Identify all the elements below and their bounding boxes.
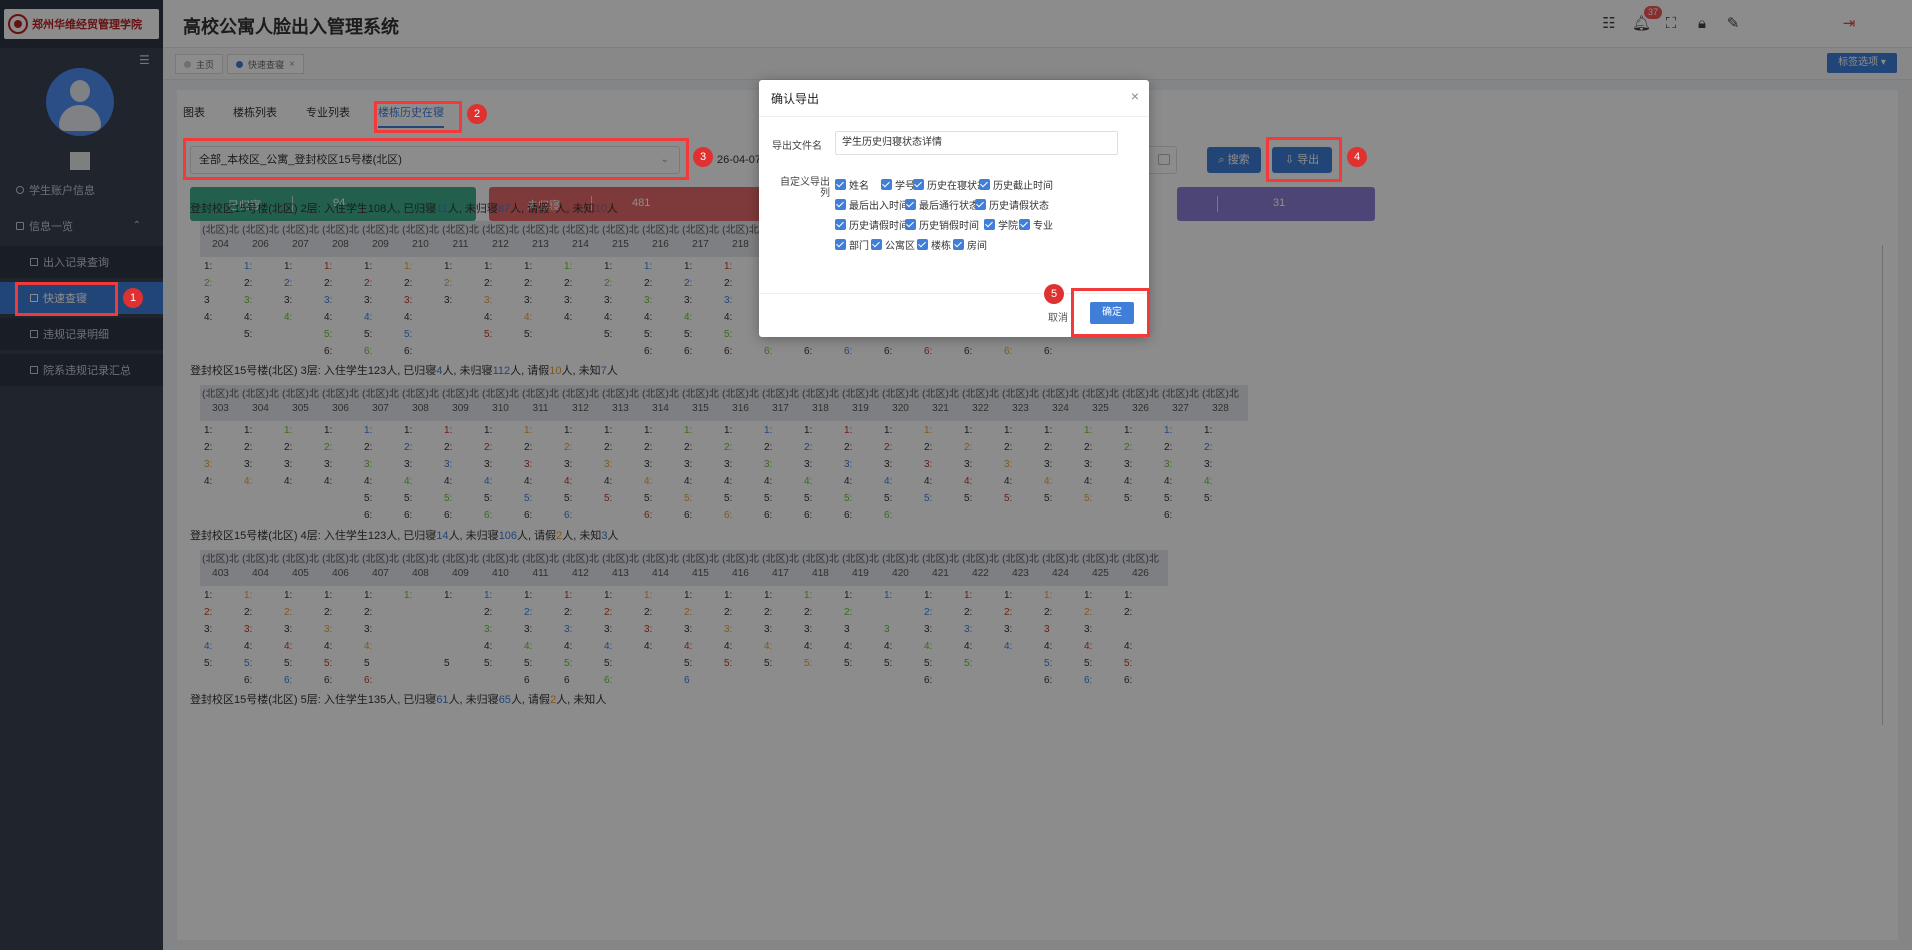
checkbox-checked-icon <box>917 239 928 250</box>
export-column-checkbox[interactable]: 姓名 <box>835 177 869 192</box>
highlight-box-3 <box>183 138 689 180</box>
checkbox-label: 楼栋 <box>931 241 951 252</box>
step-marker-5: 5 <box>1044 284 1064 304</box>
export-column-checkbox[interactable]: 最后通行状态 <box>905 197 979 212</box>
checkbox-label: 学院 <box>998 221 1018 232</box>
checkbox-label: 专业 <box>1033 221 1053 232</box>
export-column-checkbox[interactable]: 历史请假状态 <box>975 197 1049 212</box>
export-column-checkbox[interactable]: 最后出入时间 <box>835 197 909 212</box>
checkbox-label: 公寓区 <box>885 241 915 252</box>
checkbox-checked-icon <box>913 179 924 190</box>
checkbox-label: 历史销假时间 <box>919 221 979 232</box>
checkbox-checked-icon <box>835 199 846 210</box>
checkbox-label: 历史请假状态 <box>989 201 1049 212</box>
export-column-checkbox[interactable]: 学号 <box>881 177 915 192</box>
export-column-checkbox[interactable]: 楼栋 <box>917 237 951 252</box>
export-column-checkbox[interactable]: 历史在寝状态 <box>913 177 987 192</box>
checkbox-label: 最后通行状态 <box>919 201 979 212</box>
checkbox-checked-icon <box>1019 219 1030 230</box>
checkbox-checked-icon <box>984 219 995 230</box>
export-column-checkbox[interactable]: 部门 <box>835 237 869 252</box>
checkbox-label: 最后出入时间 <box>849 201 909 212</box>
checkbox-label: 房间 <box>967 241 987 252</box>
filename-input[interactable]: 学生历史归寝状态详情 <box>835 131 1118 155</box>
checkbox-label: 历史截止时间 <box>993 181 1053 192</box>
checkbox-checked-icon <box>835 239 846 250</box>
export-column-checkbox[interactable]: 专业 <box>1019 217 1053 232</box>
checkbox-checked-icon <box>835 179 846 190</box>
checkbox-checked-icon <box>871 239 882 250</box>
checkbox-label: 部门 <box>849 241 869 252</box>
checkbox-checked-icon <box>905 199 916 210</box>
export-column-checkbox[interactable]: 学院 <box>984 217 1018 232</box>
step-marker-3: 3 <box>693 147 713 167</box>
highlight-box-4 <box>1266 137 1342 182</box>
export-column-checkbox[interactable]: 房间 <box>953 237 987 252</box>
checkbox-label: 姓名 <box>849 181 869 192</box>
highlight-box-2 <box>374 101 462 133</box>
highlight-box-1 <box>15 282 118 316</box>
checkbox-checked-icon <box>953 239 964 250</box>
export-column-checkbox[interactable]: 历史截止时间 <box>979 177 1053 192</box>
checkbox-label: 历史请假时间 <box>849 221 909 232</box>
checkbox-checked-icon <box>881 179 892 190</box>
highlight-box-5 <box>1071 288 1150 337</box>
close-icon[interactable]: × <box>1131 88 1139 104</box>
dialog-title: 确认导出 <box>771 92 820 106</box>
checkbox-checked-icon <box>979 179 990 190</box>
step-marker-4: 4 <box>1347 147 1367 167</box>
export-column-checkbox[interactable]: 公寓区 <box>871 237 915 252</box>
cancel-button[interactable]: 取消 <box>1048 309 1068 324</box>
columns-label: 自定义导出列 <box>780 177 830 199</box>
checkbox-label: 历史在寝状态 <box>927 181 987 192</box>
checkbox-checked-icon <box>905 219 916 230</box>
checkbox-checked-icon <box>835 219 846 230</box>
filename-label: 导出文件名 <box>772 141 822 152</box>
checkbox-label: 学号 <box>895 181 915 192</box>
export-column-checkbox[interactable]: 历史请假时间 <box>835 217 909 232</box>
step-marker-2: 2 <box>467 104 487 124</box>
step-marker-1: 1 <box>123 288 143 308</box>
checkbox-checked-icon <box>975 199 986 210</box>
export-column-checkbox[interactable]: 历史销假时间 <box>905 217 979 232</box>
